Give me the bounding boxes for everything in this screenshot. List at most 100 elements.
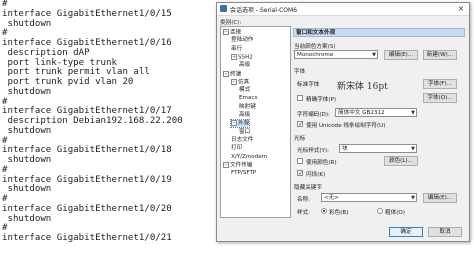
precise-font-label: 精确字体(P) (306, 97, 337, 103)
dialog-titlebar: 会话选项 - Serial-COM6 × (217, 3, 469, 16)
blink-label: 闪烁(K) (306, 172, 326, 178)
config-line: shutdown (2, 125, 52, 136)
expand-icon[interactable]: + (231, 53, 237, 60)
new-scheme-button[interactable]: 新建(W)... (423, 50, 457, 60)
config-line: interface GigabitEthernet1/0/21 (2, 233, 172, 243)
collapse-icon[interactable]: − (231, 78, 237, 85)
style-radio-bold-label: 粗体(O) (385, 210, 405, 216)
tree-item[interactable]: X/Y/Zmodem (231, 154, 267, 161)
cursor-color-label: 使用颜色(R) (306, 160, 337, 166)
blink-checkbox[interactable]: ✓ (297, 170, 303, 177)
ok-button[interactable]: 确定 (389, 227, 423, 237)
config-line: shutdown (2, 155, 52, 165)
tree-item[interactable]: − 连接 (223, 29, 241, 36)
color-scheme-select[interactable]: Monochrome ▼ (294, 50, 378, 59)
keyword-section-label: 隐藏关键字 (294, 185, 322, 191)
category-tree[interactable]: − 连接 登陆动作 串行 + SSH2 高级 − 终端 − 仿真 模式 Emacs 映射键 高级 − 外观 窗口日… (220, 26, 291, 218)
session-options-dialog: 会话选项 - Serial-COM6 × 类别(C): − 连接 登陆动作 串行 + SS… (216, 2, 470, 242)
chevron-down-icon: ▼ (411, 146, 415, 152)
standard-font-label: 标准字体 (297, 82, 320, 88)
tree-item[interactable]: − 终端 (223, 70, 242, 78)
style-radio-color-label: 彩色(B) (329, 210, 349, 216)
tree-item-label: 终端 (230, 71, 242, 77)
chevron-down-icon: ▼ (411, 110, 415, 116)
keyword-name-value: <无> (324, 195, 339, 201)
tree-item[interactable]: 登陆动作 (231, 37, 253, 44)
tree-item[interactable]: 映射键 (239, 104, 256, 111)
tree-item[interactable]: − 文件传输 (223, 161, 253, 169)
edit-scheme-button[interactable]: 编辑(E)... (384, 50, 418, 60)
tree-item-label: 模式 (239, 87, 251, 94)
config-line: shutdown (2, 18, 52, 29)
tree-item-label: 连接 (230, 29, 242, 36)
encoding-value: 简体中文 GB2312 (338, 110, 385, 116)
tree-item-label: 登陆动作 (231, 37, 254, 44)
encoding-select[interactable]: 简体中文 GB2312 ▼ (335, 108, 417, 117)
tree-item-label: 高级 (239, 112, 251, 118)
chevron-down-icon: ▼ (411, 195, 415, 201)
tree-item-label: FTP/SFTP (231, 170, 257, 177)
unicode-checkbox[interactable]: ✓ (297, 121, 303, 128)
encoding-label: 字符编码(D): (297, 112, 330, 118)
tree-item-label: 文件传输 (230, 162, 253, 169)
tree-item[interactable]: + SSH2 (231, 53, 253, 61)
cursor-color-button[interactable]: 颜色(L)... (384, 156, 418, 166)
tree-item-label: 日志文件 (231, 136, 254, 143)
panel-title: 窗口和文本外观 (293, 28, 465, 37)
tree-item[interactable]: 高级 (239, 62, 250, 69)
keyword-name-select[interactable]: <无> ▼ (321, 193, 417, 202)
tree-item[interactable]: Emacs (239, 95, 257, 102)
switch-config-text: # interface GigabitEthernet1/0/15 shutdow… (2, 0, 214, 244)
tree-item-label: 窗口 (239, 128, 251, 135)
config-line: shutdown (2, 184, 52, 195)
tree-item-label: 仿真 (238, 79, 250, 86)
collapse-icon[interactable]: − (223, 161, 229, 168)
font-section-label: 字体 (294, 69, 306, 75)
keyword-edit-button[interactable]: 编辑(E)... (423, 193, 457, 203)
tree-item-label: 串行 (231, 45, 243, 52)
config-line: shutdown (2, 213, 52, 224)
cursor-section-label: 光标 (294, 136, 306, 142)
collapse-icon[interactable]: − (223, 70, 229, 77)
close-icon[interactable]: × (455, 4, 467, 13)
keyword-name-label: 名称: (297, 197, 311, 203)
chevron-down-icon: ▼ (372, 52, 376, 58)
dialog-title: 会话选项 - Serial-COM6 (230, 7, 298, 14)
tree-item-label: Emacs (239, 95, 258, 102)
tree-item-label: 映射键 (239, 103, 256, 110)
tree-item-label: 外观 (238, 120, 250, 127)
cursor-style-label: 光标样式(Y): (297, 148, 330, 154)
color-scheme-label: 当前颜色方案(S) (294, 44, 336, 50)
tree-item[interactable]: 窗口 (239, 129, 250, 136)
tree-item[interactable]: 高级 (239, 112, 250, 119)
font-preview: 新宋体 16pt (337, 82, 388, 92)
cursor-style-value: 块 (342, 146, 348, 152)
cursor-color-checkbox[interactable] (297, 158, 303, 164)
style-radio-bold[interactable] (377, 208, 383, 214)
category-label: 类别(C): (220, 20, 242, 26)
tree-item-label: X/Y/Zmodem (231, 153, 268, 160)
tree-item-label: SSH2 (238, 54, 253, 61)
style-radio-color[interactable] (321, 208, 327, 214)
font-button[interactable]: 字体(F)... (423, 79, 457, 89)
cancel-button[interactable]: 取消 (428, 227, 462, 237)
tree-item[interactable]: FTP/SFTP (231, 170, 256, 177)
collapse-icon[interactable]: − (223, 29, 229, 35)
tree-item[interactable]: 模式 (239, 87, 250, 94)
collapse-icon[interactable]: − (231, 120, 237, 127)
cursor-style-select[interactable]: 块 ▼ (339, 144, 417, 153)
precise-font-checkbox[interactable] (297, 95, 303, 101)
tree-item[interactable]: − 仿真 (231, 78, 250, 86)
unicode-label: 使用 Unicode 线条绘制字符(U) (306, 123, 386, 129)
precise-font-button[interactable]: 字体(O)... (423, 93, 457, 103)
tree-item[interactable]: 打印 (231, 145, 242, 152)
app-icon (220, 5, 227, 12)
color-scheme-value: Monochrome (297, 52, 334, 58)
keyword-style-label: 样式: (297, 210, 311, 216)
tree-item[interactable]: − 外观 (229, 119, 251, 129)
tree-item-label: 打印 (231, 145, 243, 152)
tree-item-label: 高级 (239, 62, 251, 69)
tree-item[interactable]: 日志文件 (231, 137, 253, 144)
tree-item[interactable]: 串行 (231, 46, 242, 53)
config-line: shutdown (2, 86, 52, 97)
